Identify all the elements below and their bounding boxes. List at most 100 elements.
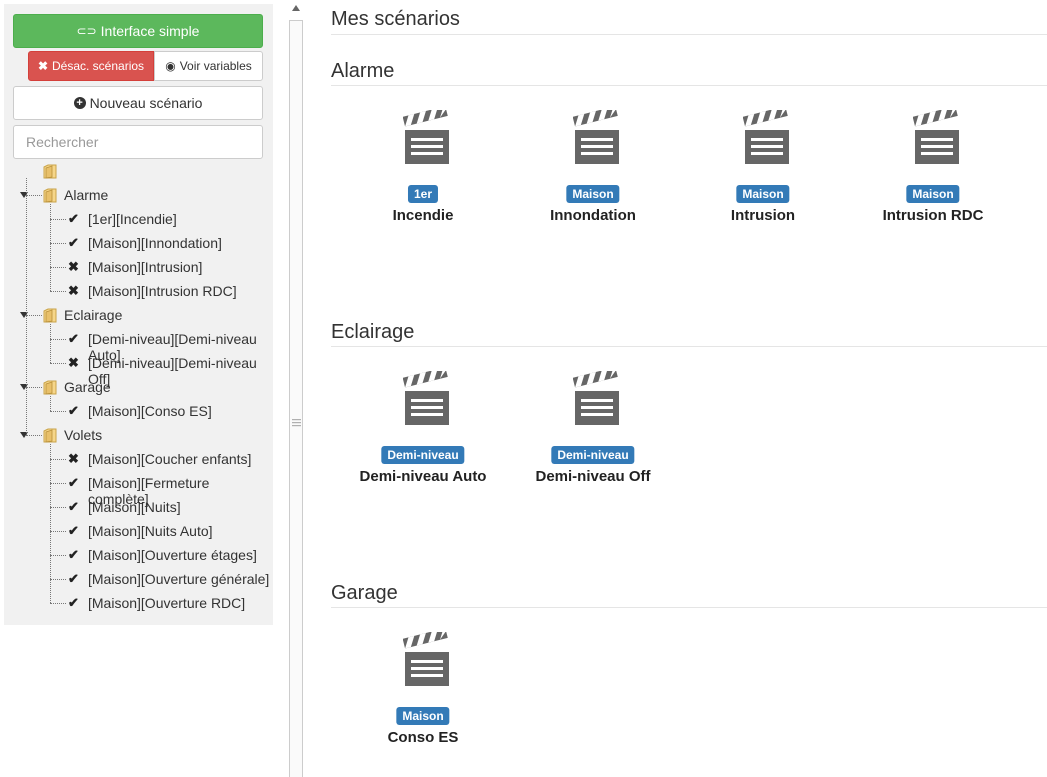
main-content: Mes scénarios Alarme 1er Incendie Maison Inn… [331, 0, 1047, 776]
folder-icon [43, 308, 57, 323]
section-title: Eclairage [331, 321, 415, 343]
tree-folder-label[interactable]: Garage [64, 379, 111, 395]
tree-scenario-item[interactable]: [Maison][Nuits] [88, 499, 181, 515]
section-title: Alarme [331, 60, 395, 82]
scenario-name: Demi-niveau Auto [359, 468, 487, 485]
divider [331, 34, 1047, 35]
scenario-card[interactable]: Maison Conso ES [338, 628, 508, 762]
tree-connector [26, 387, 42, 388]
scenario-card[interactable]: Demi-niveau Demi-niveau Off [508, 367, 678, 501]
tree-guide [50, 204, 51, 291]
clapperboard-icon [572, 106, 621, 166]
check-icon: ✔ [68, 571, 79, 586]
tree-connector [50, 243, 66, 244]
tree-connector [26, 195, 42, 196]
scenario-group-badge: Maison [906, 185, 960, 203]
close-icon: ✖ [68, 259, 79, 274]
check-icon: ✔ [68, 211, 79, 226]
scenario-card[interactable]: Demi-niveau Demi-niveau Auto [338, 367, 508, 501]
splitter-bar[interactable] [289, 20, 303, 777]
close-icon: ✖ [68, 451, 79, 466]
clapperboard-icon [912, 106, 961, 166]
check-icon: ✔ [68, 235, 79, 250]
tree-connector [50, 483, 66, 484]
clapperboard-icon [572, 367, 621, 427]
tree-guide [50, 396, 51, 411]
scenario-name: Incendie [392, 207, 454, 224]
divider [331, 85, 1047, 86]
scenario-card[interactable]: 1er Incendie [338, 106, 508, 240]
folder-icon [43, 428, 57, 443]
check-icon: ✔ [68, 547, 79, 562]
tree-connector [50, 579, 66, 580]
check-icon: ✔ [68, 595, 79, 610]
tree-scenario-item[interactable]: [1er][Incendie] [88, 211, 177, 227]
tree-scenario-item[interactable]: [Maison][Ouverture RDC] [88, 595, 245, 611]
scenario-group-badge: Maison [566, 185, 620, 203]
collapse-arrow-icon[interactable] [292, 5, 300, 11]
tree-scenario-item[interactable]: [Maison][Nuits Auto] [88, 523, 213, 539]
tree-connector [26, 315, 42, 316]
tree-connector [50, 411, 66, 412]
scenario-name: Demi-niveau Off [535, 468, 651, 485]
tree-guide [26, 178, 27, 435]
tree-connector [50, 555, 66, 556]
root-folder-icon[interactable] [43, 164, 57, 179]
clapperboard-icon [402, 106, 451, 166]
tree-connector [50, 363, 66, 364]
check-icon: ✔ [68, 523, 79, 538]
scenario-group-badge: Demi-niveau [551, 446, 635, 464]
divider [331, 346, 1047, 347]
tree-scenario-item[interactable]: [Maison][Innondation] [88, 235, 222, 251]
scenario-name: Intrusion RDC [882, 207, 984, 224]
close-icon: ✖ [68, 283, 79, 298]
tree-connector [50, 507, 66, 508]
scenario-name: Intrusion [730, 207, 796, 224]
tree-scenario-item[interactable]: [Maison][Coucher enfants] [88, 451, 251, 467]
tree-connector [50, 339, 66, 340]
tree-connector [26, 435, 42, 436]
tree-folder-label[interactable]: Volets [64, 427, 102, 443]
scenario-group-badge: Maison [396, 707, 450, 725]
folder-icon [43, 188, 57, 203]
check-icon: ✔ [68, 475, 79, 490]
clapperboard-icon [742, 106, 791, 166]
scenario-card[interactable]: Maison Innondation [508, 106, 678, 240]
tree-guide [50, 444, 51, 603]
check-icon: ✔ [68, 403, 79, 418]
panel-splitter[interactable]: — — — [289, 0, 303, 777]
scenario-group-badge: Maison [736, 185, 790, 203]
tree-connector [50, 219, 66, 220]
scenario-card[interactable]: Maison Intrusion RDC [848, 106, 1018, 240]
divider [331, 607, 1047, 608]
scenario-name: Conso ES [387, 729, 459, 746]
tree-connector [50, 267, 66, 268]
tree-connector [50, 531, 66, 532]
tree-scenario-item[interactable]: [Maison][Intrusion] [88, 259, 202, 275]
folder-icon [43, 380, 57, 395]
clapperboard-icon [402, 628, 451, 688]
close-icon: ✖ [68, 355, 79, 370]
sidebar: ⊂⊃ Interface simple ✖ Désac. scénarios ◉… [4, 4, 273, 625]
drag-handle-icon[interactable]: — — — [292, 415, 301, 430]
scenario-tree: Alarme ✔ [1er][Incendie] ✔ [Maison][Innondat… [4, 4, 273, 625]
scenario-card[interactable]: Maison Intrusion [678, 106, 848, 240]
tree-scenario-item[interactable]: [Maison][Intrusion RDC] [88, 283, 237, 299]
scenario-group-badge: Demi-niveau [381, 446, 465, 464]
tree-connector [50, 291, 66, 292]
clapperboard-icon [402, 367, 451, 427]
tree-scenario-item[interactable]: [Maison][Ouverture générale] [88, 571, 269, 587]
section-title: Garage [331, 582, 398, 604]
tree-scenario-item[interactable]: [Demi-niveau][Demi-niveau Off] [88, 355, 273, 387]
tree-scenario-item[interactable]: [Maison][Conso ES] [88, 403, 212, 419]
tree-connector [50, 459, 66, 460]
tree-guide [50, 324, 51, 363]
page-title: Mes scénarios [331, 8, 460, 30]
scenario-name: Innondation [550, 207, 636, 224]
tree-scenario-item[interactable]: [Maison][Ouverture étages] [88, 547, 257, 563]
tree-folder-label[interactable]: Alarme [64, 187, 108, 203]
tree-connector [50, 603, 66, 604]
scenario-group-badge: 1er [407, 185, 439, 203]
tree-folder-label[interactable]: Eclairage [64, 307, 122, 323]
check-icon: ✔ [68, 499, 79, 514]
